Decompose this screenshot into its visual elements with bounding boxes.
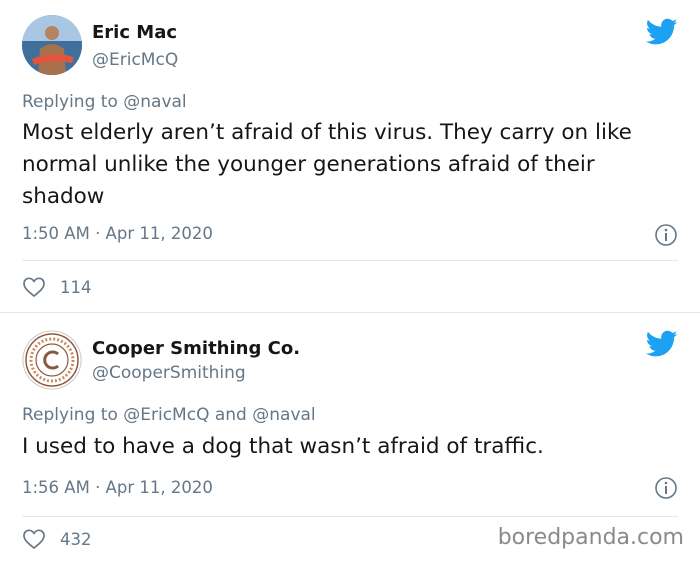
display-name[interactable]: Eric Mac [92,22,177,43]
avatar[interactable] [22,15,82,75]
replying-joiner: and [214,405,247,425]
avatar-image [22,330,82,390]
watermark: boredpanda.com [497,525,684,550]
mention-link[interactable]: @naval [123,92,186,112]
tweet-separator [0,312,700,313]
tweet-text: Most elderly aren’t afraid of this virus… [22,120,632,209]
heart-icon [23,529,45,550]
twitter-bird-icon[interactable] [646,18,678,46]
mention-link[interactable]: @naval [252,405,315,425]
tweet-text: I used to have a dog that wasn’t afraid … [22,434,544,459]
heart-icon [23,277,45,298]
divider [22,260,678,261]
twitter-bird-icon[interactable] [646,330,678,358]
replying-prefix: Replying to [22,405,118,425]
tweet-card[interactable]: Eric Mac @EricMcQ Replying to @naval Mos… [0,0,700,312]
avatar-image [22,15,82,75]
divider [22,516,678,517]
user-handle[interactable]: @EricMcQ [92,50,178,70]
info-icon[interactable] [654,476,678,500]
timestamp[interactable]: 1:56 AM · Apr 11, 2020 [22,478,213,497]
like-button[interactable]: 114 [22,274,92,300]
display-name[interactable]: Cooper Smithing Co. [92,338,300,359]
replying-prefix: Replying to [22,92,118,112]
timestamp[interactable]: 1:50 AM · Apr 11, 2020 [22,224,213,243]
like-count: 432 [60,529,92,549]
like-count: 114 [60,277,92,297]
info-icon[interactable] [654,223,678,247]
replying-to: Replying to @EricMcQ and @naval [22,405,316,425]
avatar[interactable] [22,330,82,390]
user-handle[interactable]: @CooperSmithing [92,363,246,383]
like-button[interactable]: 432 [22,526,92,552]
replying-to: Replying to @naval [22,92,187,112]
mention-link[interactable]: @EricMcQ [123,405,209,425]
